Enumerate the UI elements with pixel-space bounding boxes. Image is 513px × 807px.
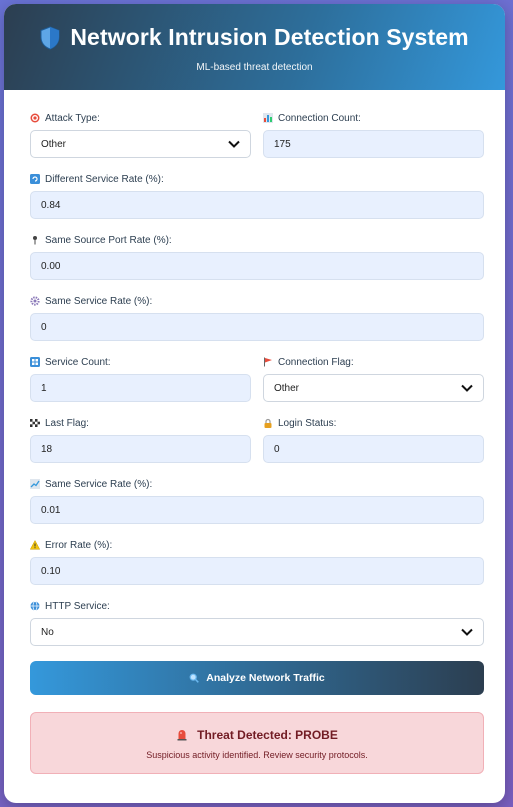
checkered-flag-icon xyxy=(30,419,40,427)
form-row: Same Service Rate (%): 0.01 xyxy=(30,478,484,524)
login-status-field: Login Status: 0 xyxy=(263,417,484,463)
search-icon xyxy=(189,673,200,683)
same-src-port-rate-input[interactable]: 0.00 xyxy=(30,252,484,280)
refresh-icon xyxy=(30,174,40,184)
same-src-port-rate-label: Same Source Port Rate (%): xyxy=(30,234,484,246)
pin-icon xyxy=(33,236,37,245)
connection-flag-field: Connection Flag: Other xyxy=(263,356,484,402)
service-count-label-text: Service Count: xyxy=(45,356,111,368)
threat-alert: Threat Detected: PROBE Suspicious activi… xyxy=(30,712,484,774)
connection-flag-label-text: Connection Flag: xyxy=(278,356,354,368)
main-card: Network Intrusion Detection System ML-ba… xyxy=(4,4,505,803)
alarm-icon xyxy=(177,730,187,741)
form-row: Same Source Port Rate (%): 0.00 xyxy=(30,234,484,280)
attack-type-label: Attack Type: xyxy=(30,112,251,124)
warning-icon xyxy=(30,540,40,550)
globe-icon xyxy=(30,601,40,611)
same-service-rate-label: Same Service Rate (%): xyxy=(30,295,484,307)
attack-type-select[interactable]: Other xyxy=(30,130,251,158)
diff-service-rate-field: Different Service Rate (%): 0.84 xyxy=(30,173,484,219)
same-service-rate-value: 0 xyxy=(41,321,47,333)
title-row: Network Intrusion Detection System xyxy=(4,24,505,51)
same-service-rate-2-field: Same Service Rate (%): 0.01 xyxy=(30,478,484,524)
shield-icon xyxy=(40,25,60,50)
service-count-value: 1 xyxy=(41,382,47,394)
connection-count-input[interactable]: 175 xyxy=(263,130,484,158)
bar-chart-icon xyxy=(263,113,273,123)
same-service-rate-label-text: Same Service Rate (%): xyxy=(45,295,153,307)
threat-alert-title-row: Threat Detected: PROBE xyxy=(31,728,483,742)
connection-flag-value: Other xyxy=(274,382,300,394)
http-service-select[interactable]: No xyxy=(30,618,484,646)
http-service-field: HTTP Service: No xyxy=(30,600,484,646)
connection-flag-select[interactable]: Other xyxy=(263,374,484,402)
connection-flag-label: Connection Flag: xyxy=(263,356,484,368)
same-service-rate-input[interactable]: 0 xyxy=(30,313,484,341)
error-rate-label-text: Error Rate (%): xyxy=(45,539,113,551)
connection-count-label: Connection Count: xyxy=(263,112,484,124)
form-row: Same Service Rate (%): 0 xyxy=(30,295,484,341)
service-count-input[interactable]: 1 xyxy=(30,374,251,402)
service-count-label: Service Count: xyxy=(30,356,251,368)
last-flag-field: Last Flag: 18 xyxy=(30,417,251,463)
diff-service-rate-input[interactable]: 0.84 xyxy=(30,191,484,219)
http-service-label-text: HTTP Service: xyxy=(45,600,110,612)
last-flag-value: 18 xyxy=(41,443,53,455)
error-rate-input[interactable]: 0.10 xyxy=(30,557,484,585)
login-status-label: Login Status: xyxy=(263,417,484,429)
form-row: Attack Type: Other Connection Count: 175 xyxy=(30,112,484,158)
form-row: Error Rate (%): 0.10 xyxy=(30,539,484,585)
target-icon xyxy=(30,113,40,123)
error-rate-label: Error Rate (%): xyxy=(30,539,484,551)
line-chart-icon xyxy=(30,479,40,489)
last-flag-label: Last Flag: xyxy=(30,417,251,429)
same-service-rate-2-label: Same Service Rate (%): xyxy=(30,478,484,490)
error-rate-field: Error Rate (%): 0.10 xyxy=(30,539,484,585)
service-count-field: Service Count: 1 xyxy=(30,356,251,402)
gear-icon xyxy=(30,296,40,306)
same-service-rate-2-input[interactable]: 0.01 xyxy=(30,496,484,524)
form-row: Last Flag: 18 Login Status: 0 xyxy=(30,417,484,463)
diff-service-rate-value: 0.84 xyxy=(41,199,61,211)
same-service-rate-2-label-text: Same Service Rate (%): xyxy=(45,478,153,490)
header: Network Intrusion Detection System ML-ba… xyxy=(4,4,505,90)
detection-form: Attack Type: Other Connection Count: 175 xyxy=(4,90,505,774)
login-status-input[interactable]: 0 xyxy=(263,435,484,463)
diff-service-rate-label: Different Service Rate (%): xyxy=(30,173,484,185)
same-service-rate-field: Same Service Rate (%): 0 xyxy=(30,295,484,341)
login-status-label-text: Login Status: xyxy=(278,417,337,429)
chevron-down-icon xyxy=(228,140,240,148)
lock-icon xyxy=(264,418,272,428)
form-row: Different Service Rate (%): 0.84 xyxy=(30,173,484,219)
last-flag-input[interactable]: 18 xyxy=(30,435,251,463)
analyze-button[interactable]: Analyze Network Traffic xyxy=(30,661,484,695)
form-row: Service Count: 1 Connection Flag: Other xyxy=(30,356,484,402)
numbers-icon xyxy=(30,357,40,367)
attack-type-value: Other xyxy=(41,138,67,150)
connection-count-field: Connection Count: 175 xyxy=(263,112,484,158)
page-title: Network Intrusion Detection System xyxy=(70,24,469,50)
form-row: HTTP Service: No xyxy=(30,600,484,646)
same-src-port-rate-field: Same Source Port Rate (%): 0.00 xyxy=(30,234,484,280)
http-service-value: No xyxy=(41,626,54,638)
page-subtitle: ML-based threat detection xyxy=(196,62,313,73)
same-src-port-rate-value: 0.00 xyxy=(41,260,61,272)
http-service-label: HTTP Service: xyxy=(30,600,484,612)
connection-count-value: 175 xyxy=(274,138,291,150)
same-src-port-rate-label-text: Same Source Port Rate (%): xyxy=(45,234,172,246)
error-rate-value: 0.10 xyxy=(41,565,61,577)
threat-alert-title: Threat Detected: PROBE xyxy=(197,728,338,742)
analyze-button-label: Analyze Network Traffic xyxy=(206,672,325,684)
threat-alert-message: Suspicious activity identified. Review s… xyxy=(146,750,368,760)
attack-type-field: Attack Type: Other xyxy=(30,112,251,158)
last-flag-label-text: Last Flag: xyxy=(45,417,89,429)
connection-count-label-text: Connection Count: xyxy=(278,112,361,124)
flag-icon xyxy=(264,357,272,367)
chevron-down-icon xyxy=(461,628,473,636)
same-service-rate-2-value: 0.01 xyxy=(41,504,61,516)
diff-service-rate-label-text: Different Service Rate (%): xyxy=(45,173,164,185)
chevron-down-icon xyxy=(461,384,473,392)
attack-type-label-text: Attack Type: xyxy=(45,112,100,124)
login-status-value: 0 xyxy=(274,443,280,455)
